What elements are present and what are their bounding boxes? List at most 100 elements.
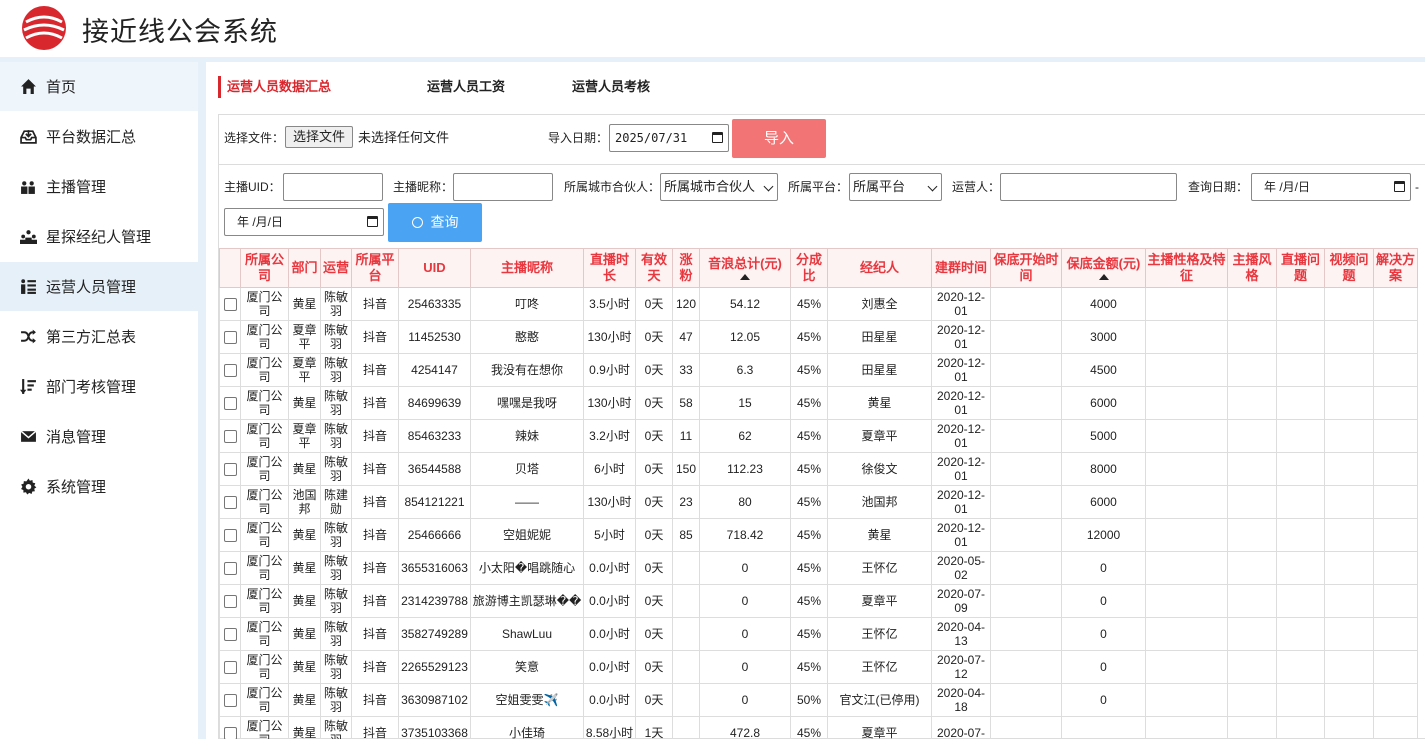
row-checkbox[interactable]: [223, 298, 237, 312]
nickname-input[interactable]: [453, 173, 553, 201]
row-checkbox-cell: [219, 518, 241, 552]
chevron-down-icon: [927, 181, 938, 192]
cell-anchor-style: [1227, 287, 1277, 321]
sidebar-item-message-management[interactable]: 消息管理: [0, 412, 198, 462]
row-checkbox[interactable]: [223, 595, 237, 609]
table-row[interactable]: 厦门公司黄星陈敏羽抖音3735103368小佳琦8.58小时1天 472.845%…: [219, 716, 1418, 739]
cell-agent: 黄星: [827, 518, 932, 552]
nickname-label: 主播昵称：: [393, 180, 454, 194]
row-checkbox[interactable]: [223, 397, 237, 411]
column-header-valid-days: 有效天: [635, 248, 673, 288]
cell-valid-days: 0天: [635, 353, 673, 387]
row-checkbox[interactable]: [223, 727, 237, 739]
cell-live-issues: [1276, 386, 1325, 420]
cell-anchor-traits: [1145, 551, 1228, 585]
table-row[interactable]: 厦门公司 黄星 陈敏羽 抖音 2265529123 笑意 0.0小时 0天 0 45% 王怀亿 202…: [219, 650, 1418, 684]
table-row[interactable]: 厦门公司 黄星 陈敏羽 抖音 84699639 嘿嘿是我呀 130小时 0天 58 15 45% 黄星…: [219, 386, 1418, 420]
sidebar: 首页 平台数据汇总 主播管理 星探经纪人管理 运营人员管理 第三方汇总表 部门考…: [0, 62, 198, 739]
cell-follower-gain: 47: [672, 320, 700, 354]
table-row[interactable]: 厦门公司 夏章平 陈敏羽 抖音 4254147 我没有在想你 0.9小时 0天 33 6.3 45%…: [219, 353, 1418, 387]
row-checkbox[interactable]: [223, 661, 237, 675]
cell-sound-wave-total: 0: [699, 683, 791, 717]
table-row[interactable]: 厦门公司 黄星 陈敏羽 抖音 36544588 贝塔 6小时 0天 150 112.23 45% 徐俊…: [219, 452, 1418, 486]
cell-company: 厦门公司: [240, 386, 289, 420]
import-date-input[interactable]: 2025/07/31: [609, 124, 729, 152]
row-checkbox[interactable]: [223, 430, 237, 444]
table-row[interactable]: 厦门公司 黄星 陈敏羽 抖音 25463335 叮咚 3.5小时 0天 120 54.12 45% 刘…: [219, 287, 1418, 321]
cell-guarantee-amount: 12000: [1061, 518, 1146, 552]
sort-ascending-icon[interactable]: [1098, 274, 1109, 280]
cell-video-issues: [1324, 551, 1374, 585]
cell-group-created: 2020-12-01: [931, 287, 991, 321]
uid-input[interactable]: [283, 173, 383, 201]
table-row[interactable]: 厦门公司 黄星 陈敏羽 抖音 3630987102 空姐雯雯✈️ 0.0小时 0天 0 50% 官文…: [219, 683, 1418, 717]
cell-anchor-traits: [1145, 353, 1228, 387]
sidebar-item-home[interactable]: 首页: [0, 62, 198, 112]
cell-company: 厦门公司: [240, 452, 289, 486]
tab-operator-review[interactable]: 运营人员考核: [564, 76, 684, 98]
sidebar-item-platform-summary[interactable]: 平台数据汇总: [0, 112, 198, 162]
table-row[interactable]: 厦门公司 池国邦 陈建勋 抖音 854121221 —— 130小时 0天 23 80 45% 池国邦…: [219, 485, 1418, 519]
operator-input[interactable]: [1000, 173, 1177, 201]
table-row[interactable]: 厦门公司 夏章平 陈敏羽 抖音 85463233 辣妹 3.2小时 0天 11 62 45% 夏章平 2…: [219, 419, 1418, 453]
import-date-value: 2025/07/31: [615, 131, 688, 145]
sidebar-item-anchor-management[interactable]: 主播管理: [0, 162, 198, 212]
cell-anchor-style: [1227, 485, 1277, 519]
cell-operator: 陈敏羽: [320, 617, 352, 651]
cell-valid-days: 0天: [635, 683, 673, 717]
choose-file-button[interactable]: 选择文件: [285, 126, 353, 148]
main-content: 运营人员数据汇总 运营人员工资 运营人员考核 选择文件： 选择文件 未选择任何文…: [206, 62, 1425, 739]
row-checkbox[interactable]: [223, 529, 237, 543]
row-checkbox[interactable]: [223, 694, 237, 708]
column-header-sound-wave-total[interactable]: 音浪总计(元): [699, 248, 791, 288]
cell-uid: 3630987102: [398, 683, 471, 717]
cell-uid: 25463335: [398, 287, 471, 321]
row-checkbox[interactable]: [223, 496, 237, 510]
tab-operator-salary[interactable]: 运营人员工资: [419, 76, 539, 98]
sort-ascending-icon[interactable]: [740, 274, 750, 280]
table-row[interactable]: 厦门公司 黄星 陈敏羽 抖音 25466666 空姐妮妮 5小时 0天 85 718.42 45% 黄…: [219, 518, 1418, 552]
row-checkbox[interactable]: [223, 331, 237, 345]
platform-select[interactable]: 所属平台: [849, 173, 942, 201]
sidebar-item-label: 主播管理: [46, 179, 107, 196]
sidebar-item-operator-management[interactable]: 运营人员管理: [0, 262, 198, 312]
table-row[interactable]: 厦门公司 黄星 陈敏羽 抖音 2314239788 旅游博主凯瑟琳�� 0.0小时 0天 0 45…: [219, 584, 1418, 618]
calendar-icon: [367, 216, 378, 227]
list-icon: [18, 277, 38, 297]
table-row[interactable]: 厦门公司 夏章平 陈敏羽 抖音 11452530 憨憨 130小时 0天 47 12.05 45% 田…: [219, 320, 1418, 354]
query-button[interactable]: 查询: [388, 203, 482, 242]
cell-video-issues: [1324, 716, 1374, 739]
table-row[interactable]: 厦门公司 黄星 陈敏羽 抖音 3655316063 小太阳�唱跳随心 0.0小时 0天 0 45%…: [219, 551, 1418, 585]
cell-group-created: 2020-12-01: [931, 518, 991, 552]
sidebar-item-system-management[interactable]: 系统管理: [0, 462, 198, 512]
sidebar-item-scout-agent-management[interactable]: 星探经纪人管理: [0, 212, 198, 262]
query-date-end-input[interactable]: 年 /月/日: [224, 208, 384, 236]
tab-operator-data-summary[interactable]: 运营人员数据汇总: [218, 76, 378, 98]
cell-follower-gain: [672, 584, 700, 618]
sidebar-item-third-party-summary[interactable]: 第三方汇总表: [0, 312, 198, 362]
cell-anchor-style: [1227, 353, 1277, 387]
cell-video-issues: [1324, 617, 1374, 651]
cell-guarantee-start: [990, 419, 1062, 453]
cell-live-duration: 8.58小时: [583, 716, 636, 739]
query-date-start-input[interactable]: 年 /月/日: [1251, 173, 1411, 201]
cell-anchor-traits: [1145, 419, 1228, 453]
import-button[interactable]: 导入: [732, 119, 826, 158]
sidebar-item-department-review[interactable]: 部门考核管理: [0, 362, 198, 412]
cell-valid-days: 0天: [635, 320, 673, 354]
select-all-header: [219, 248, 241, 288]
column-header-video-issues: 视频问题: [1324, 248, 1374, 288]
cell-agent: 黄星: [827, 386, 932, 420]
cell-follower-gain: [672, 683, 700, 717]
cell-company: 厦门公司: [240, 650, 289, 684]
row-checkbox[interactable]: [223, 463, 237, 477]
cell-live-issues: [1276, 716, 1325, 739]
city-partner-select[interactable]: 所属城市合伙人: [660, 173, 778, 201]
column-header-guarantee-amount[interactable]: 保底金额(元): [1061, 248, 1146, 288]
row-checkbox[interactable]: [223, 628, 237, 642]
row-checkbox[interactable]: [223, 364, 237, 378]
cell-guarantee-amount: [1061, 716, 1146, 739]
cell-company: 厦门公司: [240, 551, 289, 585]
row-checkbox[interactable]: [223, 562, 237, 576]
table-row[interactable]: 厦门公司 黄星 陈敏羽 抖音 3582749289 ShawLuu 0.0小时 0天 0 45% 王…: [219, 617, 1418, 651]
